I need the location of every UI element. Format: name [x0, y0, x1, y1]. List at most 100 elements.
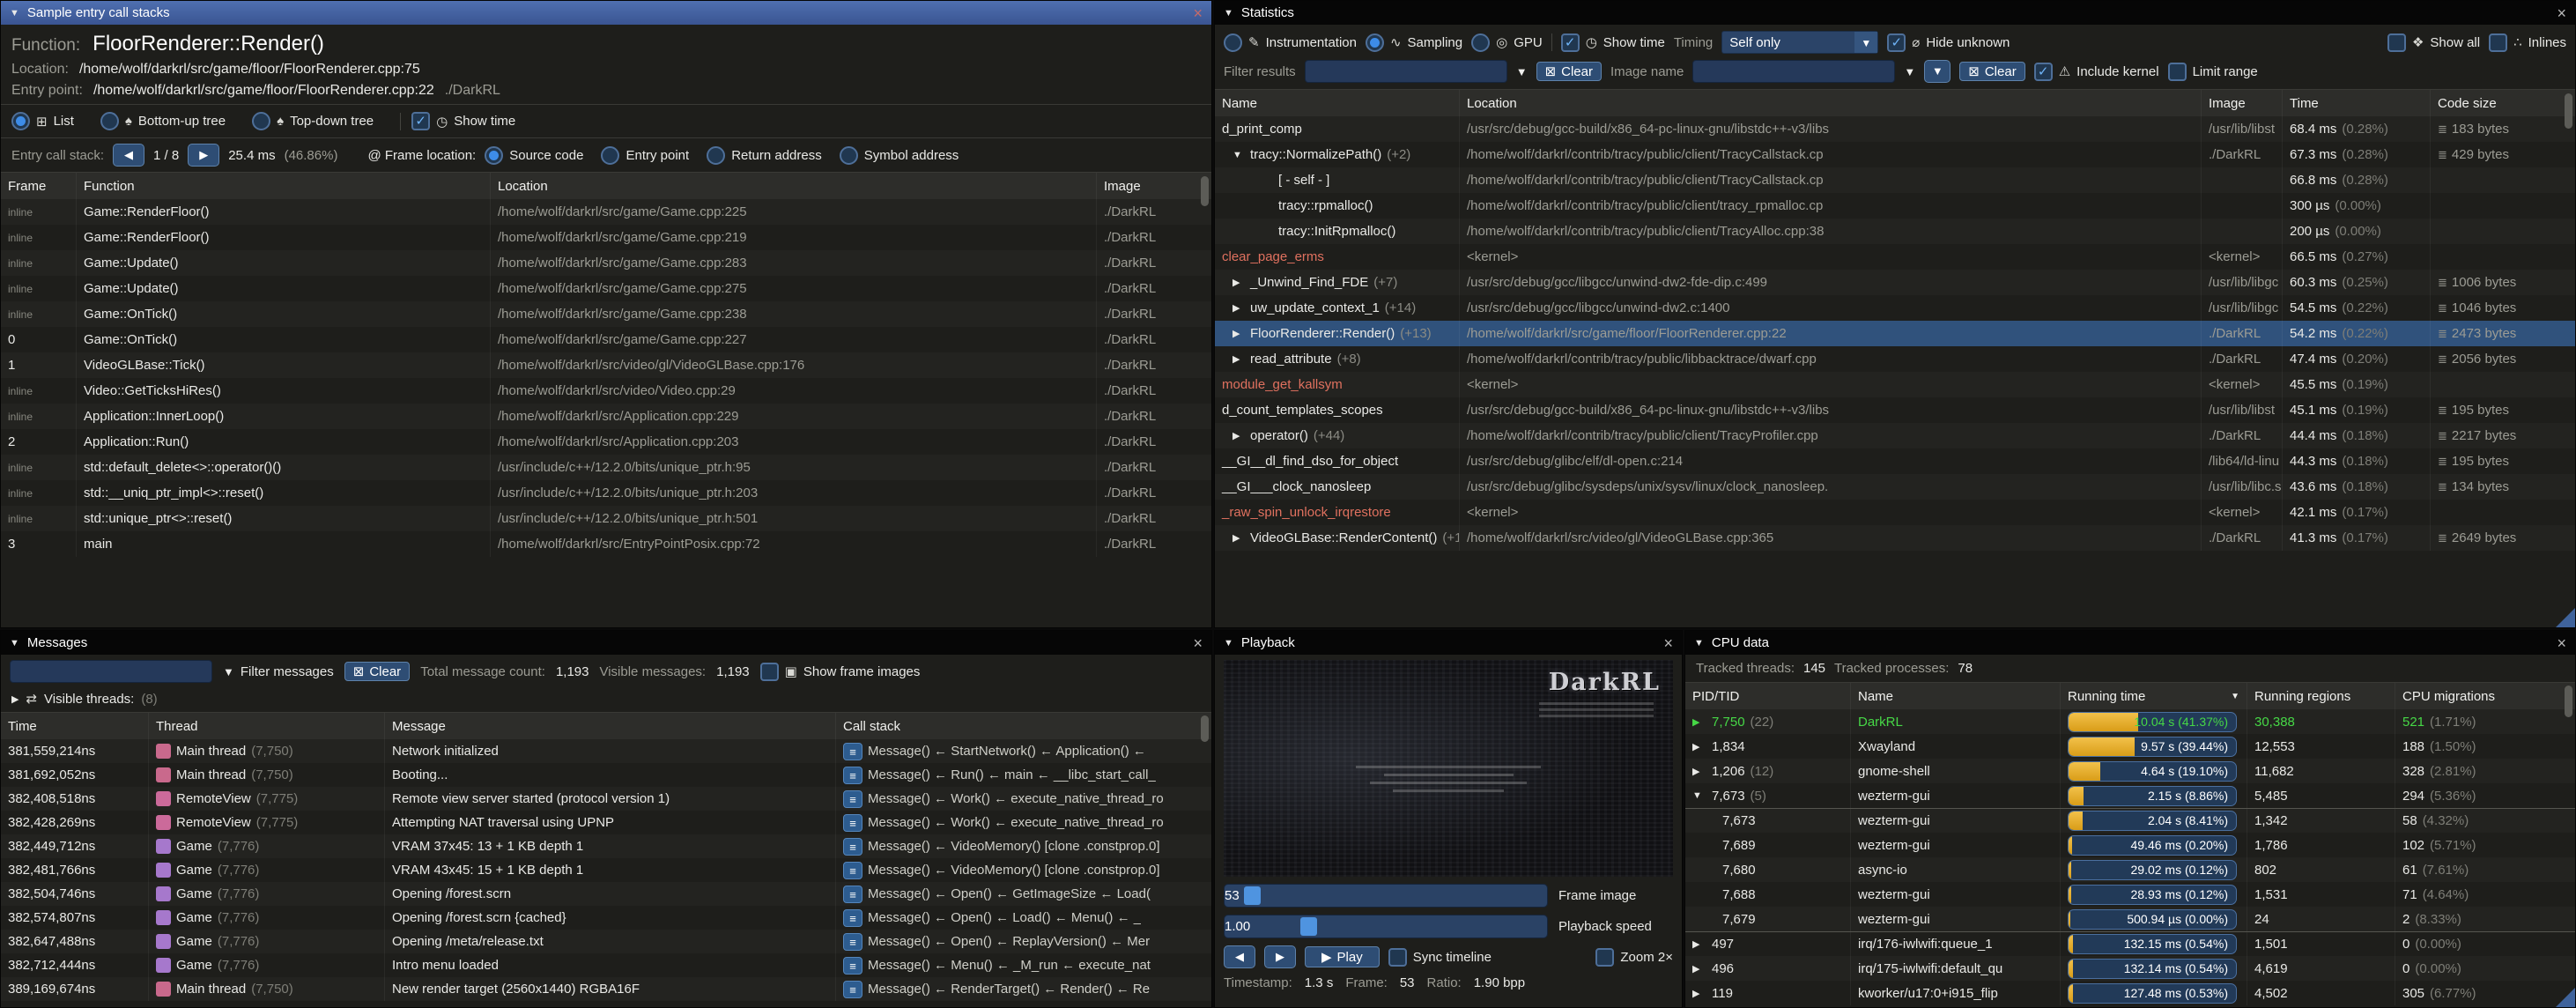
call-stack-icon[interactable]: ≡: [843, 814, 862, 832]
cpu-thread-row[interactable]: 7,673 wezterm-gui 2.04 s (8.41%) 1,342: [1685, 808, 2575, 833]
messages-scrollbar-thumb[interactable]: [1201, 715, 1209, 742]
statistics-row[interactable]: d_print_comp /usr/src/debug/gcc-build/x8…: [1215, 116, 2575, 142]
message-row[interactable]: 382,712,444ns Game (7,776) Intro menu lo…: [1, 953, 1211, 977]
playback-title-bar[interactable]: ▼ Playback ×: [1215, 631, 1682, 655]
expander-icon[interactable]: ▼: [1692, 790, 1706, 801]
statistics-row[interactable]: tracy::InitRpmalloc() /home/wolf/darkrl/…: [1215, 219, 2575, 244]
message-row[interactable]: 382,408,518ns RemoteView (7,775) Remote …: [1, 787, 1211, 811]
close-icon[interactable]: ×: [2557, 5, 2566, 21]
expander-icon[interactable]: ▶: [1232, 532, 1245, 544]
inlines-checkbox[interactable]: ✓ ∴ Inlines: [2489, 33, 2566, 52]
statistics-title-bar[interactable]: ▼ Statistics ×: [1215, 1, 2575, 25]
message-row[interactable]: 382,481,766ns Game (7,776) VRAM 43x45: 1…: [1, 858, 1211, 882]
call-stack-icon[interactable]: ≡: [843, 981, 862, 998]
show-frame-images-checkbox[interactable]: ✓ ▣ Show frame images: [760, 663, 921, 681]
cpu-scrollbar-thumb[interactable]: [2565, 686, 2572, 717]
instrumentation-radio[interactable]: ✎ Instrumentation: [1224, 33, 1357, 52]
cpu-thread-row[interactable]: 7,679 wezterm-gui 500.94 µs (0.00%) 24: [1685, 907, 2575, 931]
statistics-row[interactable]: d_count_templates_scopes /usr/src/debug/…: [1215, 397, 2575, 423]
message-row[interactable]: 382,428,269ns RemoteView (7,775) Attempt…: [1, 811, 1211, 834]
expander-icon[interactable]: ▶: [1232, 430, 1245, 441]
collapse-icon[interactable]: ▼: [10, 8, 19, 19]
statistics-row[interactable]: ▼ tracy::NormalizePath() (+2) /home/wolf…: [1215, 142, 2575, 167]
step-forward-button[interactable]: ▶: [1264, 945, 1296, 968]
close-icon[interactable]: ×: [2557, 635, 2566, 651]
cpu-thread-row[interactable]: 7,688 wezterm-gui 28.93 ms (0.12%) 1,531: [1685, 882, 2575, 907]
mode-list-radio[interactable]: ⊞ List: [11, 112, 74, 130]
gpu-radio[interactable]: ◎ GPU: [1471, 33, 1543, 52]
step-back-button[interactable]: ◀: [1224, 945, 1255, 968]
call-stack-row[interactable]: inline Game::OnTick() /home/wolf/darkrl/…: [1, 301, 1211, 327]
play-button[interactable]: ▶ Play: [1305, 946, 1380, 967]
collapse-icon[interactable]: ▼: [1694, 638, 1704, 649]
mode-top-down-radio[interactable]: ♠ Top-down tree: [252, 112, 374, 130]
expander-icon[interactable]: ▶: [1232, 277, 1245, 288]
show-all-checkbox[interactable]: ✓ ❖ Show all: [2387, 33, 2480, 52]
message-filter-input[interactable]: [10, 660, 212, 683]
message-row[interactable]: 382,647,488ns Game (7,776) Opening /meta…: [1, 930, 1211, 953]
call-stack-row[interactable]: inline Game::Update() /home/wolf/darkrl/…: [1, 276, 1211, 301]
call-stack-icon[interactable]: ≡: [843, 862, 862, 879]
message-row[interactable]: 382,449,712ns Game (7,776) VRAM 37x45: 1…: [1, 834, 1211, 858]
call-stack-row[interactable]: inline Game::RenderFloor() /home/wolf/da…: [1, 225, 1211, 250]
expander-icon[interactable]: ▶: [1692, 938, 1706, 950]
playback-speed-slider[interactable]: 1.00: [1224, 915, 1548, 938]
call-stack-row[interactable]: 0 Game::OnTick() /home/wolf/darkrl/src/g…: [1, 327, 1211, 352]
mode-bottom-up-radio[interactable]: ♠ Bottom-up tree: [100, 112, 226, 130]
expander-icon[interactable]: ▼: [1232, 150, 1245, 160]
call-stack-icon[interactable]: ≡: [843, 933, 862, 951]
cpu-thread-row[interactable]: ▼ 7,673 (5) wezterm-gui 2.15 s (8.86%) 5…: [1685, 783, 2575, 808]
image-name-input[interactable]: [1692, 60, 1895, 83]
expander-icon[interactable]: ▶: [1692, 766, 1706, 777]
sampling-radio[interactable]: ∿ Sampling: [1366, 33, 1462, 52]
call-stack-row[interactable]: inline Game::RenderFloor() /home/wolf/da…: [1, 199, 1211, 225]
filter-messages-control[interactable]: ▼ Filter messages: [223, 664, 334, 679]
clear-filter-button[interactable]: ⊠ Clear: [1536, 62, 1602, 81]
call-stack-row[interactable]: inline std::__uniq_ptr_impl<>::reset() /…: [1, 480, 1211, 506]
cpu-thread-row[interactable]: ▶ 497 irq/176-iwlwifi:queue_1 132.15 ms …: [1685, 931, 2575, 956]
statistics-row[interactable]: ▶ FloorRenderer::Render() (+13) /home/wo…: [1215, 321, 2575, 346]
cpu-thread-row[interactable]: ▶ 496 irq/175-iwlwifi:default_qu 132.14 …: [1685, 956, 2575, 981]
frame-location-radio[interactable]: Source code: [485, 146, 583, 165]
expander-icon[interactable]: ▶: [1692, 741, 1706, 752]
expander-icon[interactable]: ▶: [1692, 963, 1706, 975]
statistics-row[interactable]: tracy::rpmalloc() /home/wolf/darkrl/cont…: [1215, 193, 2575, 219]
cpu-thread-row[interactable]: 7,680 async-io 29.02 ms (0.12%) 802: [1685, 857, 2575, 882]
statistics-scrollbar-thumb[interactable]: [2565, 93, 2572, 129]
frame-location-radio[interactable]: Return address: [707, 146, 822, 165]
frame-location-radio[interactable]: Entry point: [601, 146, 689, 165]
timing-dropdown[interactable]: Self only ▼: [1721, 31, 1878, 54]
statistics-row[interactable]: __GI__dl_find_dso_for_object /usr/src/de…: [1215, 448, 2575, 474]
statistics-resize-grip[interactable]: [2556, 608, 2575, 627]
cpu-thread-row[interactable]: ▶ 7,750 (22) DarkRL 10.04 s (41.37%) 30,…: [1685, 709, 2575, 734]
call-stack-row[interactable]: inline Application::InnerLoop() /home/wo…: [1, 404, 1211, 429]
show-time-checkbox[interactable]: ✓ ◷ Show time: [1561, 33, 1665, 52]
call-stack-row[interactable]: inline std::unique_ptr<>::reset() /usr/i…: [1, 506, 1211, 531]
messages-title-bar[interactable]: ▼ Messages ×: [1, 631, 1211, 655]
call-stack-row[interactable]: 1 VideoGLBase::Tick() /home/wolf/darkrl/…: [1, 352, 1211, 378]
collapse-icon[interactable]: ▼: [1224, 638, 1233, 649]
call-stack-icon[interactable]: ≡: [843, 886, 862, 903]
cpu-thread-row[interactable]: ▶ 1,206 (12) gnome-shell 4.64 s (19.10%)…: [1685, 759, 2575, 783]
expander-icon[interactable]: ▶: [1232, 328, 1245, 339]
statistics-row[interactable]: ▶ operator() (+44) /home/wolf/darkrl/con…: [1215, 423, 2575, 448]
show-time-checkbox[interactable]: ✓ ◷ Show time: [411, 112, 515, 130]
funnel-icon[interactable]: ▼: [1516, 65, 1528, 78]
zoom-checkbox[interactable]: ✓ Zoom 2×: [1595, 948, 1673, 967]
cpu-thread-row[interactable]: ▶ 1,834 Xwayland 9.57 s (39.44%) 12,553: [1685, 734, 2575, 759]
frame-image-slider[interactable]: 53: [1224, 884, 1548, 908]
cpu-data-title-bar[interactable]: ▼ CPU data ×: [1685, 631, 2575, 655]
statistics-row[interactable]: clear_page_erms <kernel> <kernel> 66.5 m…: [1215, 244, 2575, 270]
close-icon[interactable]: ×: [1193, 5, 1203, 21]
call-stack-row[interactable]: inline std::default_delete<>::operator()…: [1, 455, 1211, 480]
image-name-dropdown-button[interactable]: ▼: [1924, 60, 1951, 83]
statistics-row[interactable]: [ - self - ] /home/wolf/darkrl/contrib/t…: [1215, 167, 2575, 193]
expander-icon[interactable]: ▶: [1232, 353, 1245, 365]
call-stack-row[interactable]: inline Video::GetTicksHiRes() /home/wolf…: [1, 378, 1211, 404]
next-stack-button[interactable]: ▶: [188, 144, 219, 167]
statistics-row[interactable]: ▶ VideoGLBase::RenderContent() (+14) /ho…: [1215, 525, 2575, 551]
clear-messages-button[interactable]: ⊠ Clear: [344, 662, 410, 681]
cpu-resize-grip[interactable]: [2556, 988, 2575, 1007]
statistics-row[interactable]: ▶ read_attribute (+8) /home/wolf/darkrl/…: [1215, 346, 2575, 372]
statistics-row[interactable]: ▶ _Unwind_Find_FDE (+7) /usr/src/debug/g…: [1215, 270, 2575, 295]
